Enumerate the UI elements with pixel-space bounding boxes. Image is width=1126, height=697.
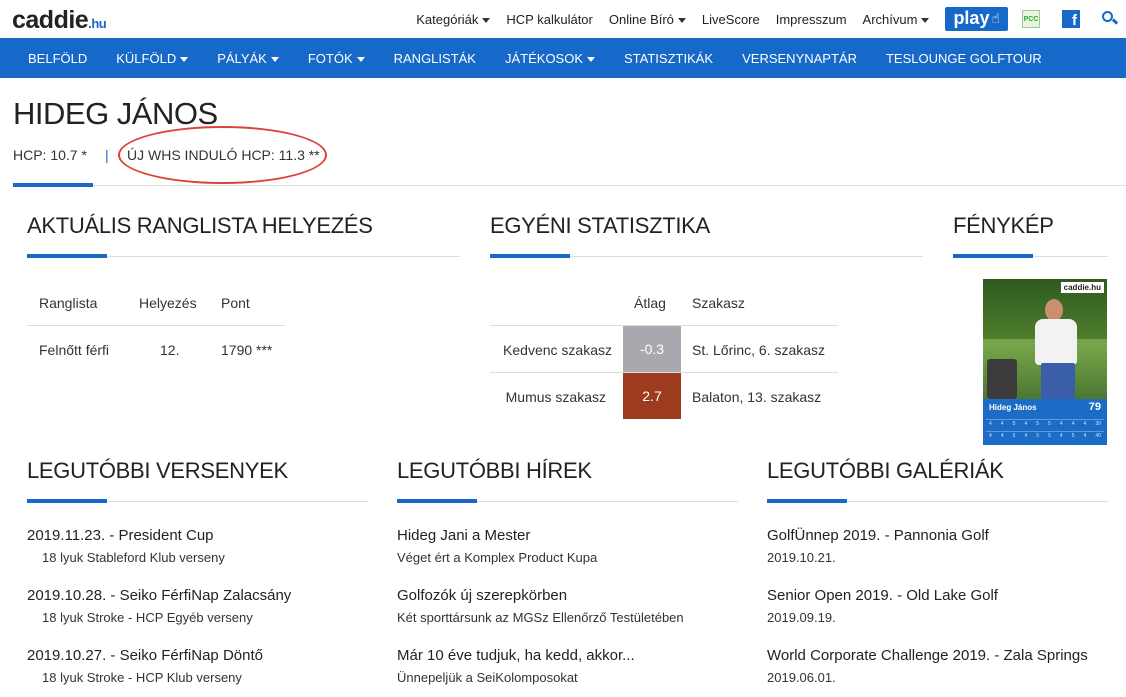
competition-title[interactable]: 2019.11.23. - President Cup [27,527,214,544]
news-title[interactable]: Hideg Jani a Mester [397,527,530,544]
chevron-down-icon [270,56,279,62]
news-subtitle: Ünnepeljük a SeiKolomposokat [397,670,578,685]
toplink-hcp-kalkulator[interactable]: HCP kalkulátor [506,12,592,27]
chevron-down-icon [587,56,596,62]
chevron-down-icon [482,17,491,23]
top-links: Kategóriák HCP kalkulátor Online Bíró Li… [416,0,1126,38]
stat-favorite-label: Kedvenc szakasz [503,342,612,358]
stats-col-atlag: Átlag [634,295,666,311]
stat-nemesis-value: 2.7 [623,373,681,419]
nav-kulfold[interactable]: KÜLFÖLD [116,51,189,66]
gallery-title[interactable]: World Corporate Challenge 2019. - Zala S… [767,647,1088,664]
stat-nemesis-segment: Balaton, 13. szakasz [692,389,822,405]
player-photo[interactable]: caddie.hu Hideg János 79 4 4 5 4 5 5 4 4 4 39 445… [983,279,1107,445]
ranking-col-helyezes: Helyezés [139,295,197,311]
nav-fotok[interactable]: FOTÓK [308,51,365,66]
chevron-down-icon [677,17,686,23]
news-heading: LEGUTÓBBI HÍREK [397,458,592,483]
competition-title[interactable]: 2019.10.28. - Seiko FérfiNap Zalacsány [27,587,291,604]
active-tab-indicator [13,183,93,187]
galleries-heading: LEGUTÓBBI GALÉRIÁK [767,458,1004,483]
competition-title[interactable]: 2019.10.27. - Seiko FérfiNap Döntő [27,647,263,664]
competition-subtitle: 18 lyuk Stableford Klub verseny [42,550,225,565]
photo-logo: caddie.hu [1060,282,1104,293]
stats-col-szakasz: Szakasz [692,295,745,311]
nav-ranglistak[interactable]: RANGLISTÁK [394,51,476,66]
chevron-down-icon [356,56,365,62]
photo-heading: FÉNYKÉP [953,213,1054,238]
ranking-col-pont: Pont [221,295,250,311]
section-accent [490,254,570,258]
section-accent [397,499,477,503]
pcc-icon[interactable]: PCC [1022,10,1040,28]
ranking-col-ranglista: Ranglista [39,295,98,311]
competition-subtitle: 18 lyuk Stroke - HCP Egyéb verseny [42,610,253,625]
caddie-logo[interactable]: caddie.hu [12,6,107,35]
top-bar: caddie.hu Kategóriák HCP kalkulátor Onli… [0,0,1126,38]
player-name: HIDEG JÁNOS [13,96,218,131]
nav-jatekosok[interactable]: JÁTÉKOSOK [505,51,596,66]
section-accent [953,254,1033,258]
nav-teslounge-golftour[interactable]: TESLOUNGE GOLFTOUR [886,51,1042,66]
stat-favorite-value: -0.3 [623,326,681,372]
gallery-date: 2019.09.19. [767,610,836,625]
news-title[interactable]: Golfozók új szerepkörben [397,587,567,604]
news-subtitle: Két sporttársunk az MGSz Ellenőrző Testü… [397,610,684,625]
toplink-livescore[interactable]: LiveScore [702,12,760,27]
stat-favorite-segment: St. Lőrinc, 6. szakasz [692,342,826,358]
section-accent [767,499,847,503]
toplink-archivum[interactable]: Archívum [863,12,930,27]
toplink-online-biro[interactable]: Online Bíró [609,12,686,27]
hcp-tab[interactable]: HCP: 10.7 * [13,147,87,163]
gallery-date: 2019.06.01. [767,670,836,685]
nav-statisztikak[interactable]: STATISZTIKÁK [624,51,713,66]
scorecard-total: 79 [1088,401,1101,413]
section-accent [27,499,107,503]
chevron-down-icon [180,56,189,62]
gallery-title[interactable]: GolfÜnnep 2019. - Pannonia Golf [767,527,989,544]
tab-divider [13,185,1126,186]
competition-subtitle: 18 lyuk Stroke - HCP Klub verseny [42,670,242,685]
highlight-circle [118,126,327,184]
main-nav: BELFÖLD KÜLFÖLD PÁLYÁK FOTÓK RANGLISTÁK … [0,38,1126,78]
hand-pointer-icon: ☝ [991,10,1000,26]
table-divider [27,325,285,326]
nav-belfold[interactable]: BELFÖLD [28,51,87,66]
stats-heading: EGYÉNI STATISZTIKA [490,213,710,238]
scorecard-name: Hideg János [989,403,1037,412]
nav-palyak[interactable]: PÁLYÁK [217,51,279,66]
ranking-points: 1790 *** [221,342,273,358]
nav-versenynaptar[interactable]: VERSENYNAPTÁR [742,51,857,66]
scorecard-row: 4 4 5 4 5 5 4 4 4 39 [986,419,1104,428]
tab-separator: | [105,147,109,163]
gallery-title[interactable]: Senior Open 2019. - Old Lake Golf [767,587,998,604]
play-button[interactable]: play ☝ [945,7,1008,31]
competitions-heading: LEGUTÓBBI VERSENYEK [27,458,288,483]
ranking-category[interactable]: Felnőtt férfi [39,342,109,358]
scorecard-overlay: Hideg János 79 4 4 5 4 5 5 4 4 4 39 4 4 5 4 5 5 4 5 4 40 [983,399,1107,445]
scorecard-row: 4 4 5 4 5 5 4 5 4 40 [986,431,1104,440]
chevron-down-icon [921,17,930,23]
news-subtitle: Véget ért a Komplex Product Kupa [397,550,598,565]
ranking-position: 12. [160,342,180,358]
ranking-heading: AKTUÁLIS RANGLISTA HELYEZÉS [27,213,373,238]
toplink-kategoriak[interactable]: Kategóriák [416,12,491,27]
news-title[interactable]: Már 10 éve tudjuk, ha kedd, akkor... [397,647,635,664]
section-accent [27,254,107,258]
gallery-date: 2019.10.21. [767,550,836,565]
facebook-icon[interactable]: f [1062,10,1080,28]
search-icon[interactable] [1102,11,1119,27]
stat-nemesis-label: Mumus szakasz [505,389,606,405]
toplink-impresszum[interactable]: Impresszum [776,12,847,27]
